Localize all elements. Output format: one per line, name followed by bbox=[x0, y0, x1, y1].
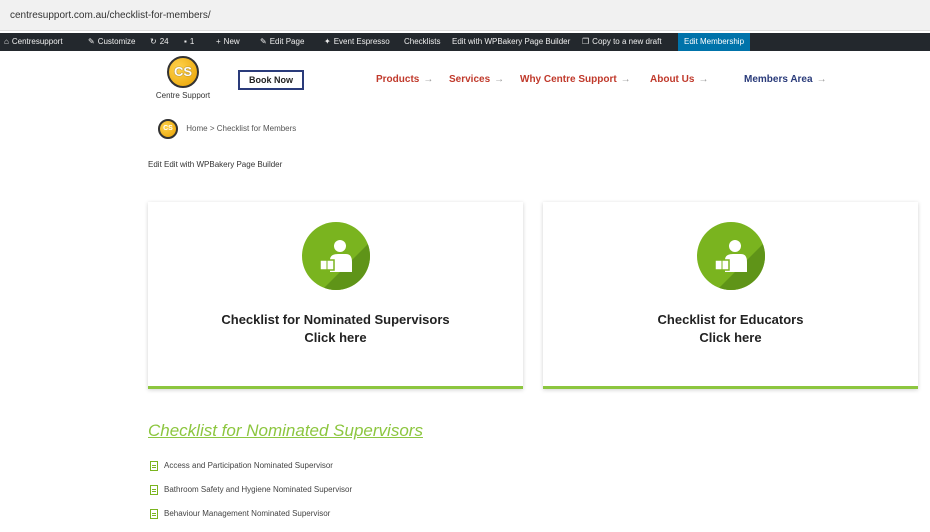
comment-icon: ▪ bbox=[184, 37, 187, 46]
arrow-icon: → bbox=[816, 74, 827, 85]
document-icon bbox=[150, 484, 158, 495]
admin-item-comments[interactable]: ▪ 1 bbox=[184, 33, 194, 51]
document-icon bbox=[150, 508, 158, 519]
copy-icon: ❐ bbox=[582, 37, 590, 46]
arrow-icon: → bbox=[620, 74, 631, 85]
wp-admin-bar: ⌂ Centresupport ✎ Customize ↻ 24 ▪ 1 + New ✎ E… bbox=[0, 33, 930, 51]
list-item[interactable]: Bathroom Safety and Hygiene Nominated Su… bbox=[150, 484, 352, 508]
card-cta[interactable]: Click here bbox=[543, 330, 918, 345]
home-icon: ⌂ bbox=[4, 37, 9, 46]
list-item[interactable]: Access and Participation Nominated Super… bbox=[150, 460, 352, 484]
list-item[interactable]: Behaviour Management Nominated Superviso… bbox=[150, 508, 352, 532]
admin-item-edit-page[interactable]: ✎ Edit Page bbox=[260, 33, 304, 51]
card-nominated-supervisors[interactable]: Checklist for Nominated Supervisors Clic… bbox=[148, 202, 523, 389]
card-cta[interactable]: Click here bbox=[148, 330, 523, 345]
section-title[interactable]: Checklist for Nominated Supervisors bbox=[148, 421, 423, 441]
logo-badge: CS bbox=[167, 56, 199, 88]
edit-links[interactable]: Edit Edit with WPBakery Page Builder bbox=[148, 160, 282, 169]
admin-item-copy-draft[interactable]: ❐ Copy to a new draft bbox=[582, 33, 662, 51]
admin-item-wpbakery[interactable]: Edit with WPBakery Page Builder bbox=[452, 33, 570, 51]
arrow-icon: → bbox=[494, 74, 505, 85]
logo-text: Centre Support bbox=[155, 91, 211, 100]
nav-why-centre-support[interactable]: Why Centre Support → bbox=[520, 74, 631, 85]
admin-item-site[interactable]: ⌂ Centresupport bbox=[4, 33, 63, 51]
brush-icon: ✎ bbox=[88, 37, 95, 46]
plus-icon: + bbox=[216, 37, 221, 46]
reader-icon bbox=[301, 222, 370, 290]
admin-item-new[interactable]: + New bbox=[216, 33, 240, 51]
admin-item-edit-membership[interactable]: Edit Membership bbox=[678, 33, 751, 51]
checklist-list: Access and Participation Nominated Super… bbox=[150, 460, 352, 532]
ticket-icon: ✦ bbox=[324, 37, 331, 46]
document-icon bbox=[150, 460, 158, 471]
admin-item-updates[interactable]: ↻ 24 bbox=[150, 33, 169, 51]
pencil-icon: ✎ bbox=[260, 37, 267, 46]
nav-about-us[interactable]: About Us → bbox=[650, 74, 708, 85]
reader-icon bbox=[696, 222, 765, 290]
card-title: Checklist for Educators bbox=[657, 312, 804, 327]
breadcrumb-current: Checklist for Members bbox=[216, 124, 297, 134]
url-text[interactable]: centresupport.com.au/checklist-for-membe… bbox=[10, 10, 211, 21]
admin-item-customize[interactable]: ✎ Customize bbox=[88, 33, 136, 51]
admin-item-event-espresso[interactable]: ✦ Event Espresso bbox=[324, 33, 390, 51]
site-logo[interactable]: CS Centre Support bbox=[148, 56, 218, 106]
card-title: Checklist for Nominated Supervisors bbox=[221, 312, 450, 327]
admin-item-checklists[interactable]: Checklists bbox=[404, 33, 440, 51]
arrow-icon: → bbox=[423, 74, 434, 85]
nav-services[interactable]: Services → bbox=[449, 74, 504, 85]
card-educators[interactable]: Checklist for Educators Click here bbox=[543, 202, 918, 389]
refresh-icon: ↻ bbox=[150, 37, 157, 46]
arrow-icon: → bbox=[698, 74, 709, 85]
book-now-button[interactable]: Book Now bbox=[238, 70, 304, 90]
breadcrumb: CS Home > Checklist for Members bbox=[158, 119, 296, 139]
breadcrumb-separator: > bbox=[209, 124, 215, 134]
nav-products[interactable]: Products → bbox=[376, 74, 433, 85]
breadcrumb-home[interactable]: Home bbox=[186, 124, 207, 133]
breadcrumb-logo-icon: CS bbox=[158, 119, 178, 139]
nav-members-area[interactable]: Members Area → bbox=[744, 74, 827, 85]
browser-url-bar[interactable]: centresupport.com.au/checklist-for-membe… bbox=[0, 0, 930, 31]
